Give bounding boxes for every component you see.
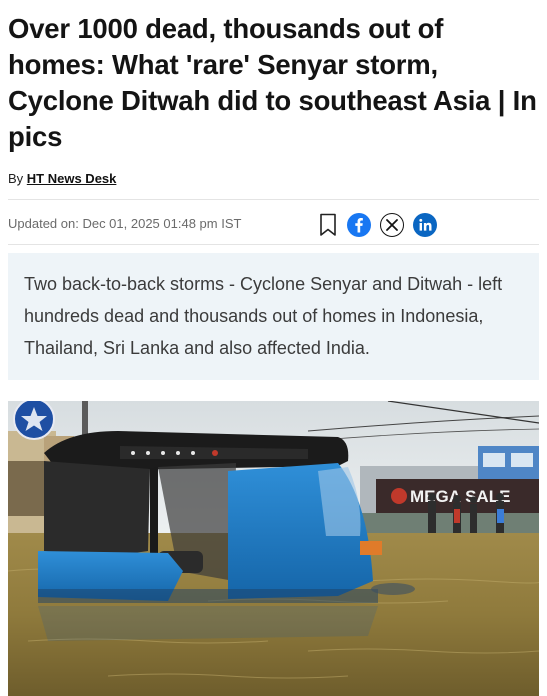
author-link[interactable]: HT News Desk [27, 171, 117, 186]
article-hero-image[interactable]: MEGA SALE [8, 401, 539, 696]
article-summary-box: Two back-to-back storms - Cyclone Senyar… [8, 253, 539, 380]
linkedin-icon[interactable] [413, 213, 437, 237]
bookmark-icon[interactable] [318, 212, 338, 238]
divider [8, 244, 539, 245]
updated-timestamp: Updated on: Dec 01, 2025 01:48 pm IST [8, 216, 242, 231]
x-icon[interactable] [380, 213, 404, 237]
article-meta-row: Updated on: Dec 01, 2025 01:48 pm IST [8, 206, 539, 242]
divider [8, 199, 539, 200]
article-headline: Over 1000 dead, thousands out of homes: … [8, 13, 537, 152]
article-summary: Two back-to-back storms - Cyclone Senyar… [24, 274, 503, 358]
byline: By HT News Desk [8, 171, 116, 187]
facebook-icon[interactable] [347, 213, 371, 237]
flooded-street-photo: MEGA SALE [8, 401, 539, 696]
share-toolbar [318, 212, 437, 238]
byline-prefix: By [8, 171, 27, 186]
